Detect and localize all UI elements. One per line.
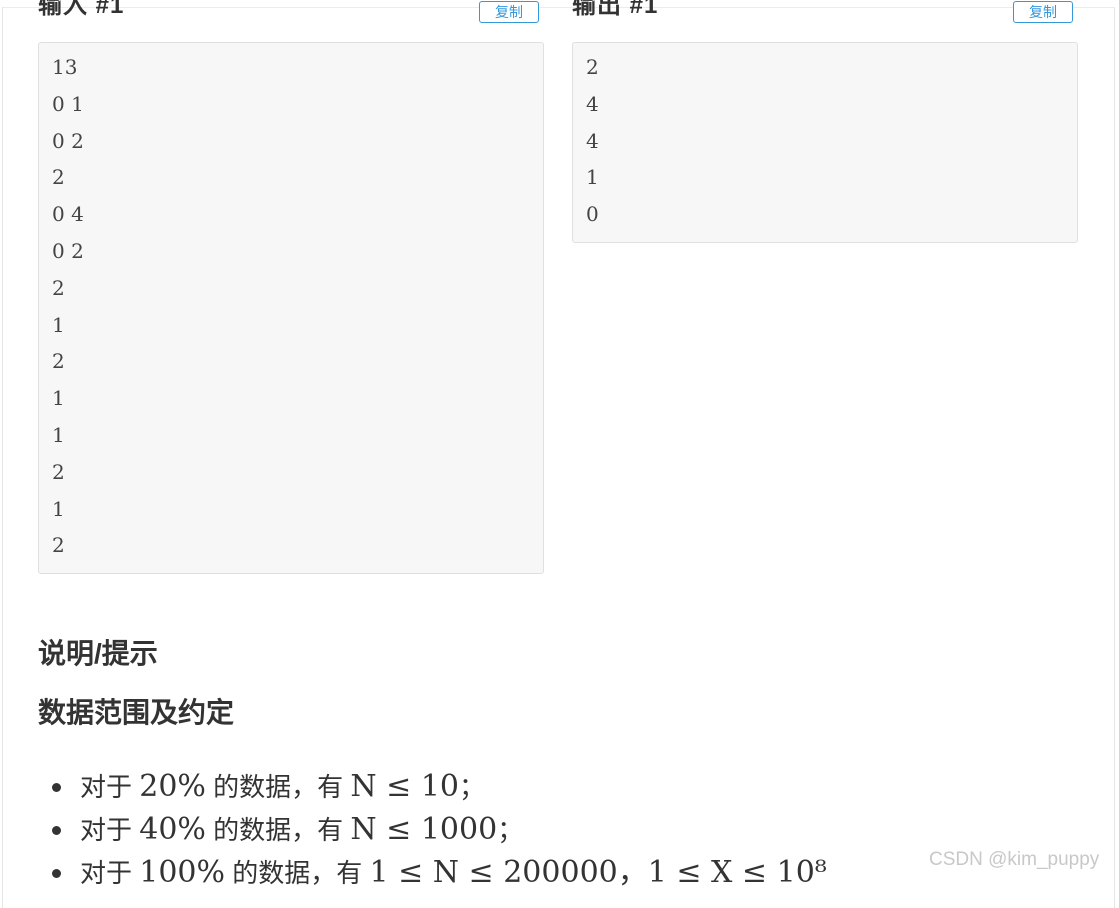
input-line: 1 bbox=[52, 496, 65, 521]
constraint-prefix: 对于 bbox=[80, 815, 140, 845]
constraint-mid: 的数据，有 bbox=[205, 815, 351, 845]
input-line: 2 bbox=[52, 459, 65, 484]
constraint-percent: 100% bbox=[139, 855, 226, 890]
copy-output-button[interactable]: 复制 bbox=[1013, 1, 1073, 23]
output-line: 1 bbox=[586, 165, 599, 190]
input-line: 1 bbox=[52, 386, 65, 411]
output-line: 4 bbox=[586, 91, 599, 116]
constraint-formula: 1 ≤ N ≤ 200000，1 ≤ X ≤ 10⁸ bbox=[369, 855, 827, 890]
constraint-prefix: 对于 bbox=[80, 772, 140, 802]
input-sample-title: 输入 #1 bbox=[38, 0, 125, 19]
output-sample-title: 输出 #1 bbox=[572, 0, 659, 19]
input-line: 2 bbox=[52, 165, 65, 190]
input-line: 0 2 bbox=[52, 238, 84, 263]
constraints-list: 对于 20% 的数据，有 N ≤ 10； 对于 40% 的数据，有 N ≤ 10… bbox=[38, 765, 938, 894]
input-line: 0 4 bbox=[52, 202, 84, 227]
input-line: 1 bbox=[52, 422, 65, 447]
input-sample-box: 13 0 1 0 2 2 0 4 0 2 2 1 2 1 1 2 1 2 bbox=[38, 42, 544, 574]
hint-heading: 说明/提示 bbox=[38, 638, 158, 669]
bullet-icon bbox=[52, 783, 61, 792]
constraint-mid: 的数据，有 bbox=[205, 772, 351, 802]
constraint-item: 对于 40% 的数据，有 N ≤ 1000； bbox=[38, 808, 938, 851]
input-line: 0 1 bbox=[52, 91, 84, 116]
constraint-suffix: ； bbox=[497, 815, 524, 845]
bullet-icon bbox=[52, 826, 61, 835]
constraint-prefix: 对于 bbox=[80, 858, 140, 888]
constraint-percent: 20% bbox=[139, 769, 206, 804]
constraint-formula: N ≤ 1000 bbox=[350, 812, 498, 847]
watermark: CSDN @kim_puppy bbox=[929, 849, 1100, 870]
constraint-suffix: ； bbox=[459, 772, 486, 802]
constraint-item: 对于 20% 的数据，有 N ≤ 10； bbox=[38, 765, 938, 808]
input-line: 1 bbox=[52, 312, 65, 337]
output-line: 0 bbox=[586, 202, 599, 227]
input-line: 2 bbox=[52, 349, 65, 374]
constraint-item: 对于 100% 的数据，有 1 ≤ N ≤ 200000，1 ≤ X ≤ 10⁸ bbox=[38, 851, 938, 894]
constraint-mid: 的数据，有 bbox=[225, 858, 370, 888]
input-line: 13 bbox=[52, 55, 78, 79]
bullet-icon bbox=[52, 869, 61, 878]
constraint-formula: N ≤ 10 bbox=[350, 769, 460, 804]
output-line: 4 bbox=[586, 128, 599, 153]
copy-input-button[interactable]: 复制 bbox=[479, 1, 539, 23]
input-line: 0 2 bbox=[52, 128, 84, 153]
output-line: 2 bbox=[586, 55, 599, 79]
data-range-heading: 数据范围及约定 bbox=[38, 697, 235, 728]
constraint-percent: 40% bbox=[139, 812, 206, 847]
input-line: 2 bbox=[52, 275, 65, 300]
input-line: 2 bbox=[52, 533, 65, 558]
output-sample-box: 2 4 4 1 0 bbox=[572, 42, 1078, 243]
